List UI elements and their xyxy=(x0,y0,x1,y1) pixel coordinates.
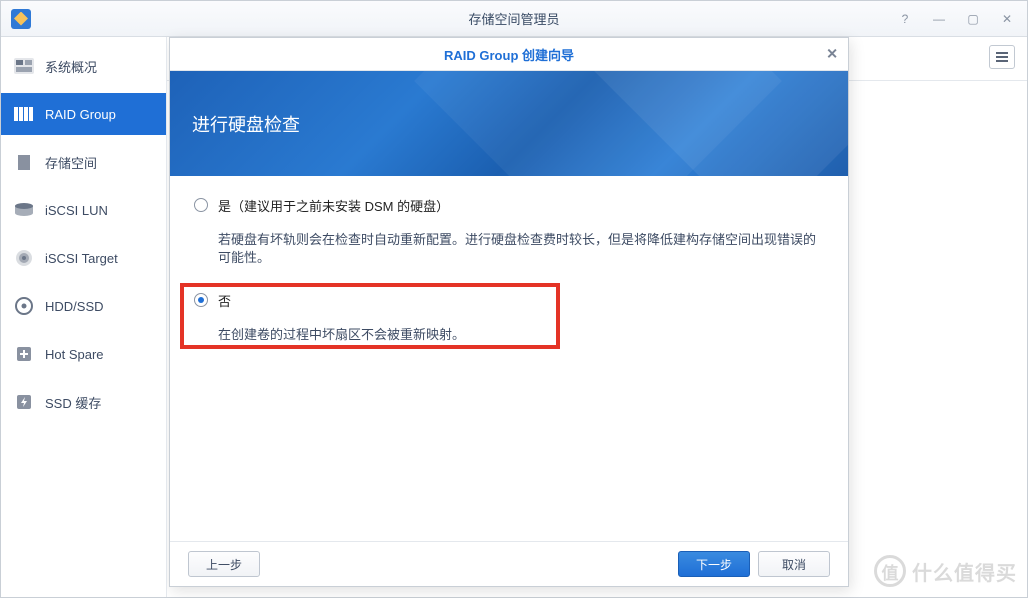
option-yes-desc: 若硬盘有坏轨则会在检查时自动重新配置。进行硬盘检查费时较长，但是将降低建构存储空… xyxy=(218,231,824,267)
sidebar-item-raid-group[interactable]: RAID Group xyxy=(1,93,166,135)
sidebar-item-label: 存储空间 xyxy=(45,153,97,172)
overview-icon xyxy=(13,57,35,75)
hot-spare-icon xyxy=(13,345,35,363)
sidebar-item-label: HDD/SSD xyxy=(45,299,104,314)
option-yes-label: 是（建议用于之前未安装 DSM 的硬盘） xyxy=(218,196,824,215)
window-controls: ? — ▢ ✕ xyxy=(891,8,1021,30)
sidebar-item-iscsi-lun[interactable]: iSCSI LUN xyxy=(1,189,166,231)
sidebar-item-label: Hot Spare xyxy=(45,347,104,362)
wizard-close-icon[interactable]: ✕ xyxy=(826,46,838,63)
maximize-button[interactable]: ▢ xyxy=(959,8,987,30)
window-title: 存储空间管理员 xyxy=(468,9,559,28)
minimize-button[interactable]: — xyxy=(925,8,953,30)
sidebar-item-hdd-ssd[interactable]: HDD/SSD xyxy=(1,285,166,327)
sidebar-item-storage[interactable]: 存储空间 xyxy=(1,141,166,183)
sidebar-item-label: iSCSI LUN xyxy=(45,203,108,218)
ssd-cache-icon xyxy=(13,393,35,411)
storage-icon xyxy=(13,153,35,171)
main-area: 系统概况 RAID Group 存储空间 iSCSI LUN iSCSI Tar… xyxy=(1,37,1027,597)
back-button[interactable]: 上一步 xyxy=(188,551,260,577)
next-button[interactable]: 下一步 xyxy=(678,551,750,577)
hdd-ssd-icon xyxy=(13,297,35,315)
option-no: 否 在创建卷的过程中坏扇区不会被重新映射。 xyxy=(194,291,824,344)
radio-no[interactable] xyxy=(194,293,208,307)
sidebar-item-iscsi-target[interactable]: iSCSI Target xyxy=(1,237,166,279)
iscsi-target-icon xyxy=(13,249,35,267)
wizard-title: RAID Group 创建向导 xyxy=(444,45,574,64)
wizard-dialog: RAID Group 创建向导 ✕ 进行硬盘检查 是（建议用于之前未安装 DSM… xyxy=(169,37,849,587)
titlebar: 存储空间管理员 ? — ▢ ✕ xyxy=(1,1,1027,37)
raid-group-icon xyxy=(13,105,35,123)
option-yes: 是（建议用于之前未安装 DSM 的硬盘） 若硬盘有坏轨则会在检查时自动重新配置。… xyxy=(194,196,824,267)
sidebar-item-ssd-cache[interactable]: SSD 缓存 xyxy=(1,381,166,423)
sidebar-item-label: iSCSI Target xyxy=(45,251,118,266)
wizard-title-bar: RAID Group 创建向导 ✕ xyxy=(170,38,848,71)
option-no-desc: 在创建卷的过程中坏扇区不会被重新映射。 xyxy=(218,326,824,344)
sidebar-item-label: SSD 缓存 xyxy=(45,393,101,412)
sidebar: 系统概况 RAID Group 存储空间 iSCSI LUN iSCSI Tar… xyxy=(1,37,167,597)
wizard-banner: 进行硬盘检查 xyxy=(170,71,848,176)
cancel-button[interactable]: 取消 xyxy=(758,551,830,577)
sidebar-item-label: RAID Group xyxy=(45,107,116,122)
wizard-step-title: 进行硬盘检查 xyxy=(192,111,300,137)
app-window: 存储空间管理员 ? — ▢ ✕ 系统概况 RAID Group 存储空间 xyxy=(0,0,1028,598)
iscsi-lun-icon xyxy=(13,201,35,219)
sidebar-item-overview[interactable]: 系统概况 xyxy=(1,45,166,87)
wizard-footer: 上一步 下一步 取消 xyxy=(170,541,848,586)
sidebar-item-label: 系统概况 xyxy=(45,57,97,76)
close-button[interactable]: ✕ xyxy=(993,8,1021,30)
wizard-body: 是（建议用于之前未安装 DSM 的硬盘） 若硬盘有坏轨则会在检查时自动重新配置。… xyxy=(170,176,848,541)
sidebar-item-hot-spare[interactable]: Hot Spare xyxy=(1,333,166,375)
radio-yes[interactable] xyxy=(194,198,208,212)
help-button[interactable]: ? xyxy=(891,8,919,30)
wizard-modal: RAID Group 创建向导 ✕ 进行硬盘检查 是（建议用于之前未安装 DSM… xyxy=(167,37,1027,597)
app-icon xyxy=(11,9,31,29)
option-no-label: 否 xyxy=(218,291,824,310)
